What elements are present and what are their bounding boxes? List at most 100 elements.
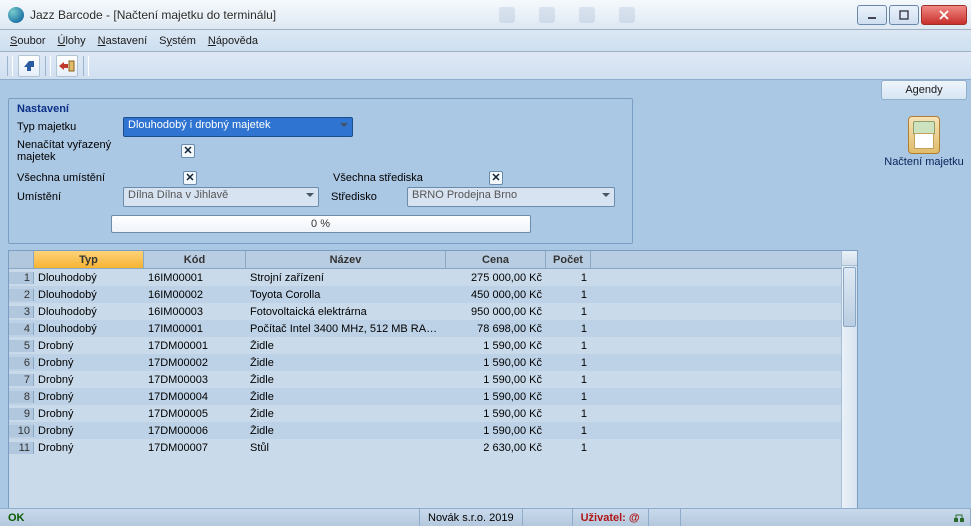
cell-pocet: 1	[546, 306, 591, 318]
cell-pocet: 1	[546, 408, 591, 420]
th-nazev[interactable]: Název	[246, 251, 446, 268]
cell-cena: 275 000,00 Kč	[446, 272, 546, 284]
cell-pocet: 1	[546, 323, 591, 335]
th-spare	[591, 251, 857, 268]
cell-kod: 17DM00003	[144, 374, 246, 386]
cell-kod: 17DM00005	[144, 408, 246, 420]
cell-rownum: 3	[9, 306, 34, 318]
menu-napoveda[interactable]: Nápověda	[208, 35, 258, 47]
cell-typ: Drobný	[34, 425, 144, 437]
settings-heading: Nastavení	[17, 103, 624, 115]
cell-kod: 17DM00007	[144, 442, 246, 454]
cell-pocet: 1	[546, 374, 591, 386]
table-row[interactable]: 3Dlouhodobý16IM00003Fotovoltaická elektr…	[9, 303, 857, 320]
table-row[interactable]: 11Drobný17DM00007Stůl2 630,00 Kč1	[9, 439, 857, 456]
cell-cena: 1 590,00 Kč	[446, 374, 546, 386]
sidebar-item-label: Načtení majetku	[881, 156, 967, 168]
minimize-button[interactable]	[857, 5, 887, 25]
toolbar-send-to-terminal-button[interactable]	[56, 55, 78, 77]
cell-kod: 17DM00001	[144, 340, 246, 352]
cell-nazev: Toyota Corolla	[246, 289, 446, 301]
cell-cena: 2 630,00 Kč	[446, 442, 546, 454]
typ-majetku-select[interactable]: Dlouhodobý i drobný majetek	[123, 117, 353, 137]
cell-cena: 1 590,00 Kč	[446, 357, 546, 369]
cell-cena: 1 590,00 Kč	[446, 340, 546, 352]
umisteni-select[interactable]: Dílna Dílna v Jihlavě	[123, 187, 319, 207]
cell-pocet: 1	[546, 425, 591, 437]
maximize-button[interactable]	[889, 5, 919, 25]
th-rownum[interactable]	[9, 251, 34, 268]
scroll-up-arrow[interactable]	[842, 251, 857, 266]
cell-kod: 16IM00001	[144, 272, 246, 284]
window-titlebar[interactable]: Jazz Barcode - [Načtení majetku do termi…	[0, 0, 971, 30]
nenacitat-checkbox[interactable]: ✕	[181, 144, 195, 158]
cell-pocet: 1	[546, 442, 591, 454]
menu-soubor[interactable]: Soubor	[10, 35, 45, 47]
cell-pocet: 1	[546, 391, 591, 403]
menu-nastaveni[interactable]: Nastavení	[98, 35, 148, 47]
close-button[interactable]	[921, 5, 967, 25]
nenacitat-label: Nenačítat vyřazený majetek	[17, 139, 149, 163]
cell-nazev: Židle	[246, 425, 446, 437]
vsechna-strediska-checkbox[interactable]: ✕	[489, 171, 503, 185]
status-company: Novák s.r.o. 2019	[420, 509, 523, 526]
cell-nazev: Stůl	[246, 442, 446, 454]
cell-cena: 1 590,00 Kč	[446, 425, 546, 437]
table-row[interactable]: 9Drobný17DM00005Židle1 590,00 Kč1	[9, 405, 857, 422]
cell-cena: 1 590,00 Kč	[446, 391, 546, 403]
cell-typ: Drobný	[34, 391, 144, 403]
cell-pocet: 1	[546, 272, 591, 284]
settings-panel: Nastavení Typ majetku Dlouhodobý i drobn…	[8, 98, 633, 244]
menu-system[interactable]: Systém	[159, 35, 196, 47]
table-scrollbar[interactable]	[841, 251, 857, 525]
stredisko-label: Středisko	[331, 191, 401, 203]
status-empty	[523, 509, 573, 526]
window-title: Jazz Barcode - [Načtení majetku do termi…	[30, 8, 276, 22]
th-cena[interactable]: Cena	[446, 251, 546, 268]
cell-rownum: 4	[9, 323, 34, 335]
cell-pocet: 1	[546, 289, 591, 301]
toolbar-load-button[interactable]	[18, 55, 40, 77]
cell-rownum: 10	[9, 425, 34, 437]
cell-kod: 17DM00002	[144, 357, 246, 369]
cell-rownum: 9	[9, 408, 34, 420]
cell-cena: 78 698,00 Kč	[446, 323, 546, 335]
cell-cena: 450 000,00 Kč	[446, 289, 546, 301]
table-row[interactable]: 5Drobný17DM00001Židle1 590,00 Kč1	[9, 337, 857, 354]
cell-rownum: 6	[9, 357, 34, 369]
status-pad1	[649, 509, 681, 526]
sidebar-item-nacteni[interactable]: Načtení majetku	[881, 116, 967, 168]
table-body: 1Dlouhodobý16IM00001Strojní zařízení275 …	[9, 269, 857, 525]
sidebar-agendy-label: Agendy	[905, 84, 942, 96]
progress-bar: 0 %	[111, 215, 531, 233]
table-row[interactable]: 4Dlouhodobý17IM00001Počítač Intel 3400 M…	[9, 320, 857, 337]
th-kod[interactable]: Kód	[144, 251, 246, 268]
cell-pocet: 1	[546, 340, 591, 352]
cell-rownum: 5	[9, 340, 34, 352]
menu-bar: Soubor Úlohy Nastavení Systém Nápověda	[0, 30, 971, 52]
vsechna-strediska-label: Všechna střediska	[333, 172, 483, 184]
table-row[interactable]: 1Dlouhodobý16IM00001Strojní zařízení275 …	[9, 269, 857, 286]
cell-nazev: Židle	[246, 408, 446, 420]
table-row[interactable]: 6Drobný17DM00002Židle1 590,00 Kč1	[9, 354, 857, 371]
table-row[interactable]: 10Drobný17DM00006Židle1 590,00 Kč1	[9, 422, 857, 439]
th-pocet[interactable]: Počet	[546, 251, 591, 268]
vsechna-umisteni-checkbox[interactable]: ✕	[183, 171, 197, 185]
scroll-thumb[interactable]	[843, 267, 856, 327]
table-row[interactable]: 8Drobný17DM00004Židle1 590,00 Kč1	[9, 388, 857, 405]
umisteni-label: Umístění	[17, 191, 117, 203]
cell-typ: Dlouhodobý	[34, 272, 144, 284]
cell-rownum: 11	[9, 442, 34, 454]
cell-kod: 17IM00001	[144, 323, 246, 335]
cell-typ: Drobný	[34, 442, 144, 454]
table-row[interactable]: 2Dlouhodobý16IM00002Toyota Corolla450 00…	[9, 286, 857, 303]
th-typ[interactable]: Typ	[34, 251, 144, 268]
cell-kod: 16IM00003	[144, 306, 246, 318]
table-row[interactable]: 7Drobný17DM00003Židle1 590,00 Kč1	[9, 371, 857, 388]
toolbar	[0, 52, 971, 80]
stredisko-select[interactable]: BRNO Prodejna Brno	[407, 187, 615, 207]
sidebar-agendy-button[interactable]: Agendy	[881, 80, 967, 100]
status-ok: OK	[0, 509, 420, 526]
menu-ulohy[interactable]: Úlohy	[57, 35, 85, 47]
cell-kod: 17DM00004	[144, 391, 246, 403]
